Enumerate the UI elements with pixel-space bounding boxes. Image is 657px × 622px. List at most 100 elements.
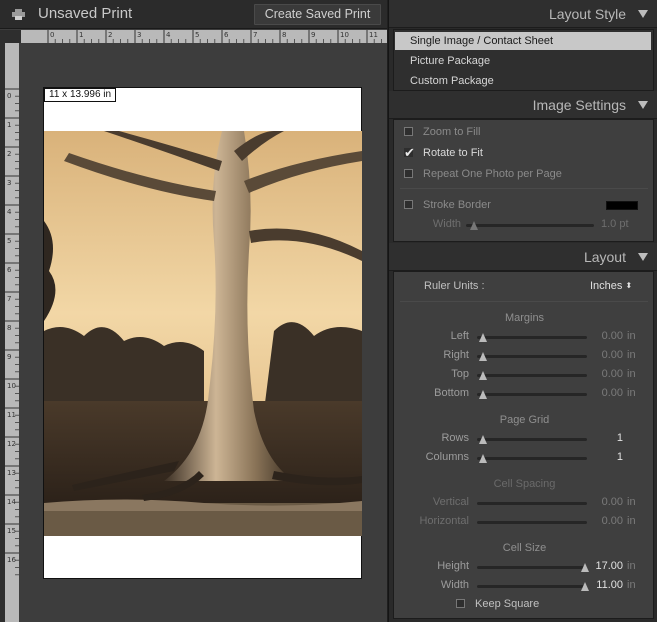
page-grid-columns-slider[interactable]	[477, 454, 587, 463]
layout-title: Layout	[583, 249, 626, 265]
cell-spacing-horizontal-slider[interactable]	[477, 521, 587, 524]
margins-bottom-value[interactable]: 0.00	[589, 387, 623, 399]
create-saved-print-button[interactable]: Create Saved Print	[254, 4, 381, 25]
ruler-label: 11	[7, 411, 16, 419]
slider-thumb[interactable]	[479, 333, 487, 342]
layout-style-single-image[interactable]: Single Image / Contact Sheet	[395, 32, 651, 50]
collapse-triangle-icon[interactable]	[638, 10, 648, 18]
horizontal-ruler: 0 1 2 3 4 5 6 7 8 9 10 11	[21, 30, 387, 43]
stroke-color-swatch[interactable]	[606, 201, 638, 210]
image-settings-panel: Zoom to Fill ✔ Rotate to Fit Repeat One …	[393, 119, 654, 242]
slider-thumb[interactable]	[470, 221, 478, 230]
zoom-to-fill-label: Zoom to Fill	[423, 126, 481, 138]
right-panel-stack: Layout Style Single Image / Contact Shee…	[388, 0, 657, 622]
rotate-to-fit-checkbox[interactable]: ✔	[404, 145, 415, 160]
cell-size-height-value[interactable]: 17.00	[589, 560, 623, 572]
slider-thumb[interactable]	[479, 454, 487, 463]
page-grid-rows-value[interactable]: 1	[589, 432, 623, 444]
layout-style-custom-package[interactable]: Custom Package	[395, 72, 651, 90]
ruler-label: 4	[166, 31, 171, 39]
ruler-label: 0	[7, 92, 11, 100]
cell-spacing-vertical-value[interactable]: 0.00	[589, 496, 623, 508]
cell-size-height-label: Height	[437, 560, 469, 572]
margins-top-value[interactable]: 0.00	[589, 368, 623, 380]
margins-left-slider[interactable]	[477, 333, 587, 342]
collapse-triangle-icon[interactable]	[638, 101, 648, 109]
stroke-border-checkbox[interactable]	[404, 200, 413, 209]
layout-style-title: Layout Style	[548, 6, 626, 22]
layout-header[interactable]: Layout	[389, 243, 657, 271]
ruler-label: 10	[340, 31, 349, 39]
keep-square-label: Keep Square	[475, 598, 540, 610]
ruler-units-value: Inches	[590, 280, 623, 292]
ruler-label: 7	[7, 295, 11, 303]
page-grid-rows-slider[interactable]	[477, 435, 587, 444]
layout-panel: Ruler Units : Inches ⬍ Margins Left 0.00 i…	[393, 271, 654, 619]
stroke-width-slider[interactable]	[466, 221, 594, 230]
unit-label: in	[627, 579, 636, 591]
margins-right-label: Right	[443, 349, 469, 361]
repeat-one-photo-label: Repeat One Photo per Page	[423, 168, 562, 180]
ruler-label: 2	[108, 31, 112, 39]
unit-label: in	[627, 349, 636, 361]
page-grid-rows-label: Rows	[441, 432, 469, 444]
unit-label: in	[627, 330, 636, 342]
keep-square-checkbox[interactable]	[456, 599, 465, 608]
ruler-label: 16	[7, 556, 16, 564]
margins-top-label: Top	[451, 368, 469, 380]
slider-thumb[interactable]	[581, 563, 589, 572]
cell-spacing-vertical-label: Vertical	[432, 496, 469, 508]
cell-size-title: Cell Size	[502, 542, 547, 554]
margins-right-value[interactable]: 0.00	[589, 349, 623, 361]
ruler-label: 10	[7, 382, 16, 390]
slider-thumb[interactable]	[479, 352, 487, 361]
photo-cell[interactable]	[44, 131, 362, 536]
page-grid-columns-label: Columns	[425, 451, 469, 463]
page-grid-columns-value[interactable]: 1	[589, 451, 623, 463]
stroke-width-label: Width	[432, 218, 461, 230]
page-size-label: 11 x 13.996 in	[44, 88, 117, 102]
divider	[400, 301, 648, 302]
ruler-label: 1	[79, 31, 83, 39]
ruler-corner	[0, 30, 21, 43]
slider-thumb[interactable]	[479, 371, 487, 380]
rotate-to-fit-label: Rotate to Fit	[423, 147, 483, 159]
cell-spacing-horizontal-label: Horizontal	[419, 515, 469, 527]
margins-left-value[interactable]: 0.00	[589, 330, 623, 342]
margins-top-slider[interactable]	[477, 371, 587, 380]
zoom-to-fill-checkbox[interactable]	[404, 127, 413, 136]
layout-style-picture-package[interactable]: Picture Package	[395, 52, 651, 70]
ruler-label: 3	[7, 179, 11, 187]
image-settings-header[interactable]: Image Settings	[389, 91, 657, 119]
print-preview-area: Unsaved Print Create Saved Print 0123456…	[0, 0, 387, 622]
checkmark-icon: ✔	[404, 145, 415, 160]
ruler-label: 9	[311, 31, 315, 39]
slider-thumb[interactable]	[581, 582, 589, 591]
repeat-one-photo-checkbox[interactable]	[404, 169, 413, 178]
unit-label: in	[627, 560, 636, 572]
printer-icon	[12, 9, 25, 20]
ruler-label: 15	[7, 527, 16, 535]
unit-label: in	[627, 496, 636, 508]
ruler-units-select[interactable]: Inches ⬍	[590, 280, 632, 292]
up-down-arrows-icon: ⬍	[625, 281, 633, 290]
cell-size-height-slider[interactable]	[477, 563, 589, 572]
slider-thumb[interactable]	[479, 435, 487, 444]
margins-bottom-slider[interactable]	[477, 390, 587, 399]
image-settings-title: Image Settings	[532, 97, 626, 113]
ruler-label: 4	[7, 208, 12, 216]
stroke-width-value[interactable]: 1.0 pt	[601, 218, 629, 230]
ruler-label: 0	[50, 31, 54, 39]
cell-spacing-horizontal-value[interactable]: 0.00	[589, 515, 623, 527]
margins-bottom-label: Bottom	[434, 387, 469, 399]
ruler-label: 7	[253, 31, 257, 39]
cell-spacing-vertical-slider[interactable]	[477, 502, 587, 505]
cell-size-width-value[interactable]: 11.00	[589, 579, 623, 591]
layout-style-header[interactable]: Layout Style	[389, 0, 657, 28]
ruler-label: 11	[369, 31, 378, 39]
collapse-triangle-icon[interactable]	[638, 253, 648, 261]
slider-thumb[interactable]	[479, 390, 487, 399]
cell-size-width-slider[interactable]	[477, 582, 589, 591]
ruler-label: 6	[224, 31, 229, 39]
margins-right-slider[interactable]	[477, 352, 587, 361]
